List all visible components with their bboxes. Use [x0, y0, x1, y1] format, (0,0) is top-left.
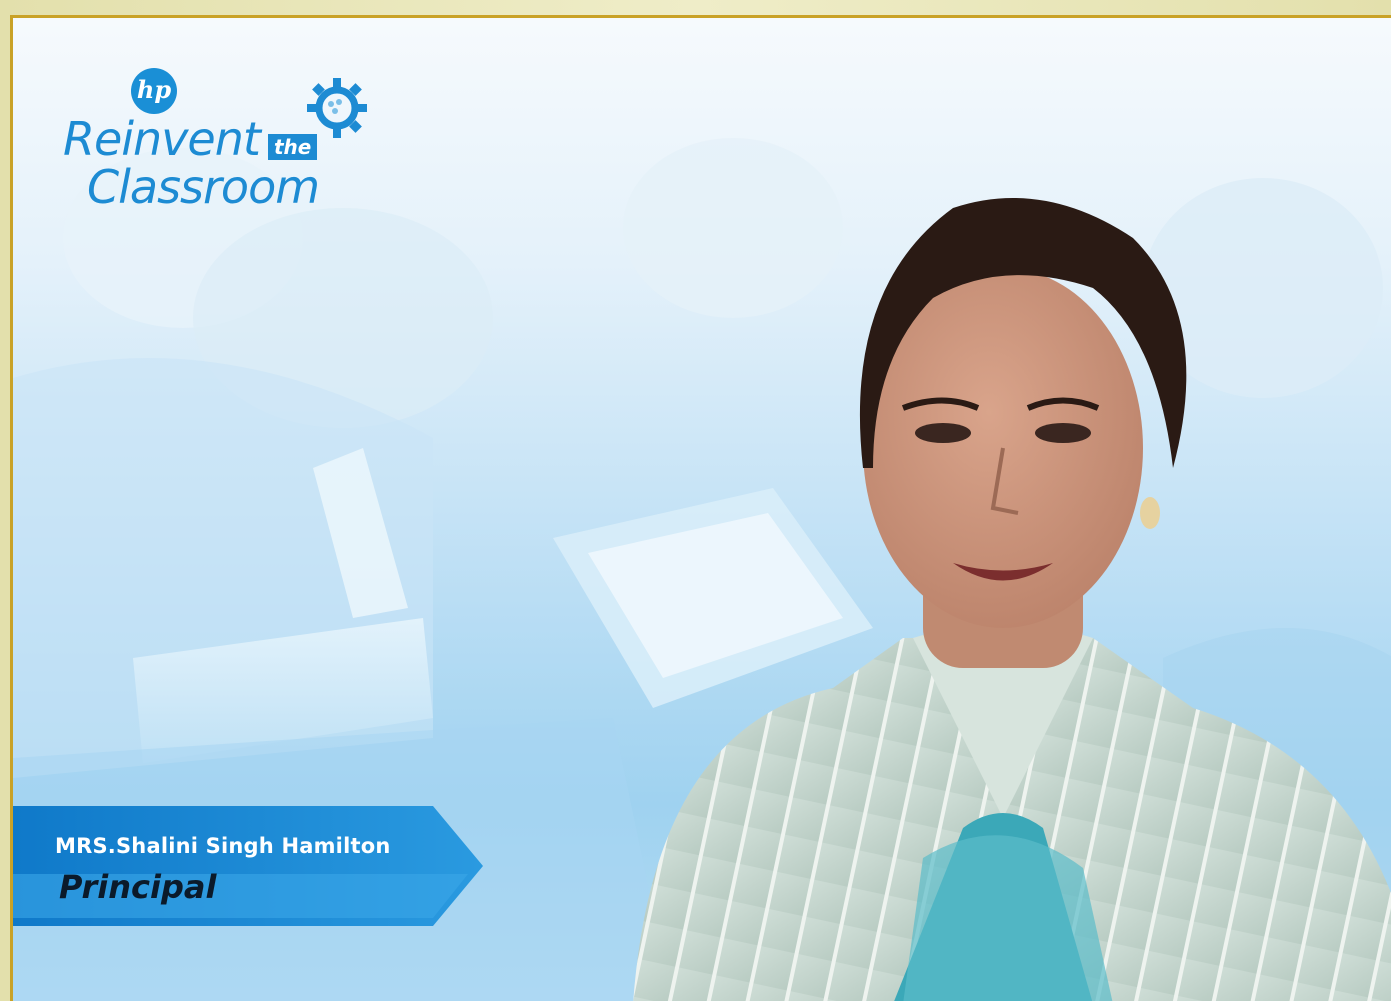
logo-word-classroom: Classroom	[87, 160, 320, 214]
hp-logo-icon: hp	[131, 68, 177, 114]
speaker-name: MRS.Shalini Singh Hamilton	[55, 834, 391, 858]
reinvent-the-classroom-logo: hp Reinvent the Classroom	[63, 60, 383, 230]
video-feed: hp Reinvent the Classroom MRS.Shalini Si…	[10, 15, 1391, 1001]
logo-word-the: the	[268, 134, 318, 160]
gear-brain-icon	[307, 78, 367, 138]
logo-word-reinvent: Reinvent	[63, 112, 261, 166]
speaker-title: Principal	[59, 868, 217, 906]
speaker-figure	[633, 198, 1391, 1001]
